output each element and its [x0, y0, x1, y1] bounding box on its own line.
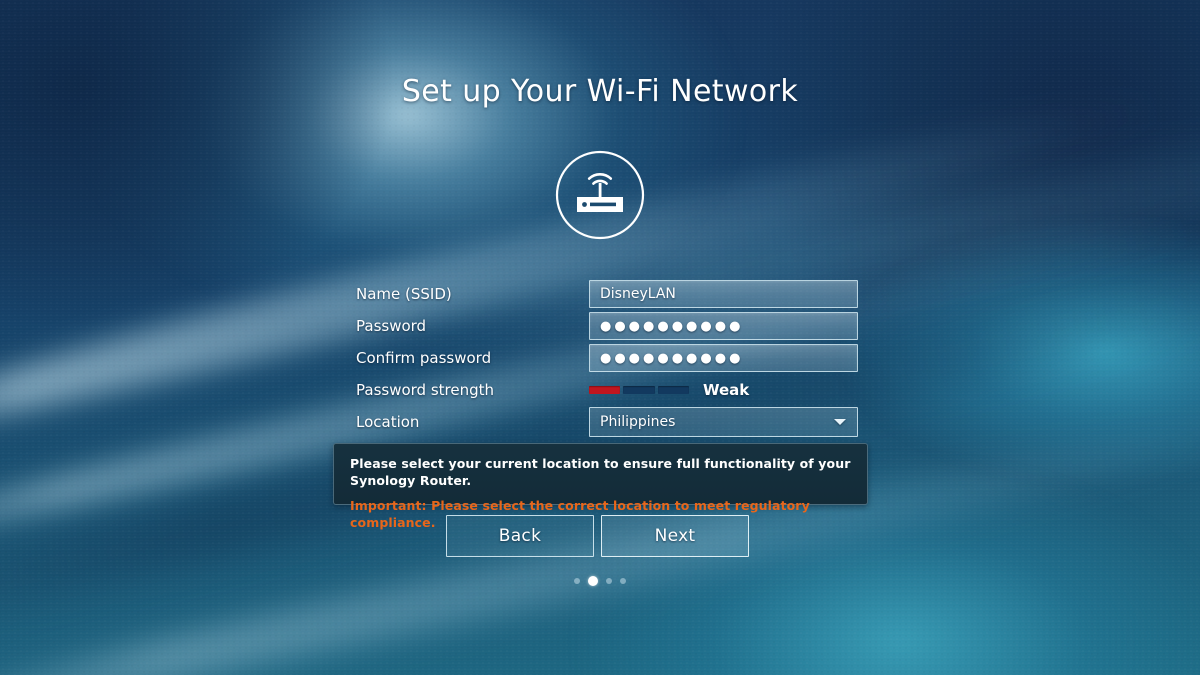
label-ssid: Name (SSID): [356, 285, 452, 303]
field-strength-wrap: Weak: [589, 376, 858, 404]
form-row-password: Password ●●●●●●●●●●: [356, 310, 858, 342]
page-title: Set up Your Wi-Fi Network: [401, 74, 799, 109]
field-ssid-wrap: DisneyLAN: [589, 280, 858, 308]
ssid-input[interactable]: DisneyLAN: [589, 280, 858, 308]
location-info-banner: Please select your current location to e…: [333, 443, 868, 530]
pagination-dot-3[interactable]: [606, 578, 612, 584]
password-strength-meter: Weak: [589, 376, 858, 404]
pagination-dot-2[interactable]: [588, 576, 598, 586]
confirm-password-input-value: ●●●●●●●●●●: [600, 350, 744, 366]
label-confirm-password: Confirm password: [356, 349, 492, 367]
wizard-pagination: [0, 576, 1200, 586]
strength-segment-3: [657, 386, 689, 394]
label-password: Password: [356, 317, 427, 335]
next-button[interactable]: Next: [601, 515, 749, 557]
chevron-down-icon: [834, 419, 846, 425]
setup-content: Set up Your Wi-Fi Network Name (SSID) Di…: [0, 0, 1200, 675]
pagination-dot-4[interactable]: [620, 578, 626, 584]
label-password-strength: Password strength: [356, 381, 495, 399]
field-confirm-password-wrap: ●●●●●●●●●●: [589, 344, 858, 372]
form-row-password-strength: Password strength Weak: [356, 374, 858, 406]
strength-segments: [589, 386, 689, 394]
wifi-form: Name (SSID) DisneyLAN Password ●●●●●●●●●…: [356, 278, 858, 438]
field-password-wrap: ●●●●●●●●●●: [589, 312, 858, 340]
confirm-password-input[interactable]: ●●●●●●●●●●: [589, 344, 858, 372]
strength-segment-2: [623, 386, 655, 394]
form-row-confirm-password: Confirm password ●●●●●●●●●●: [356, 342, 858, 374]
ssid-input-value: DisneyLAN: [600, 286, 676, 302]
field-location-wrap: Philippines: [589, 407, 858, 437]
info-banner-line-1: Please select your current location to e…: [350, 456, 851, 488]
wifi-setup-screen: Set up Your Wi-Fi Network Name (SSID) Di…: [0, 0, 1200, 675]
location-select-value: Philippines: [600, 414, 676, 430]
router-icon: [555, 150, 645, 240]
form-row-location: Location Philippines: [356, 406, 858, 438]
back-button[interactable]: Back: [446, 515, 594, 557]
password-input[interactable]: ●●●●●●●●●●: [589, 312, 858, 340]
strength-segment-1: [589, 386, 621, 394]
pagination-dot-1[interactable]: [574, 578, 580, 584]
strength-label: Weak: [703, 381, 750, 399]
location-select[interactable]: Philippines: [589, 407, 858, 437]
label-location: Location: [356, 413, 420, 431]
password-input-value: ●●●●●●●●●●: [600, 318, 744, 334]
wizard-buttons: Back Next: [446, 515, 749, 557]
form-row-ssid: Name (SSID) DisneyLAN: [356, 278, 858, 310]
